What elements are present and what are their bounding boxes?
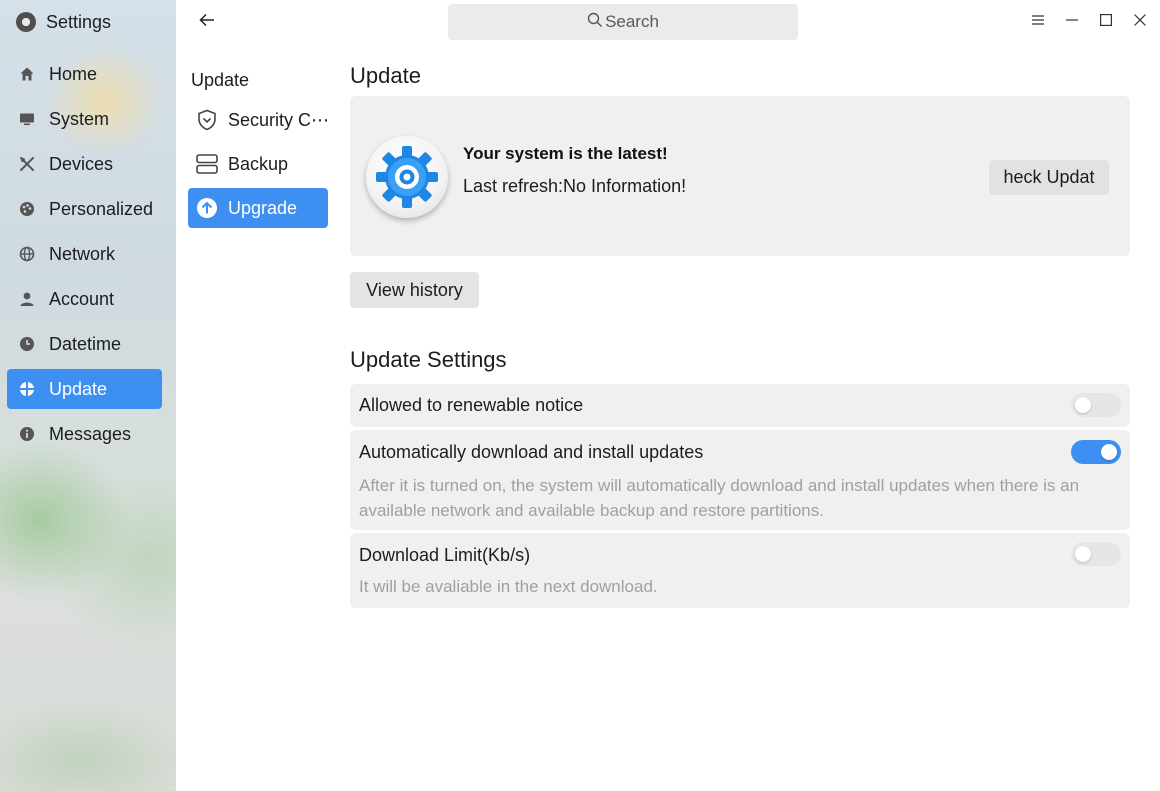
sidebar-item-label: System (49, 108, 110, 129)
toggle-knob (1075, 397, 1091, 413)
setting-description: It will be avaliable in the next downloa… (359, 577, 658, 596)
sidebar: Settings Home System Devices Personalize… (0, 0, 176, 791)
user-icon (19, 291, 35, 307)
auto-download-toggle[interactable] (1071, 440, 1121, 464)
sidebar-item-datetime[interactable]: Datetime (7, 324, 162, 364)
minimize-icon (1066, 13, 1078, 31)
download-limit-toggle[interactable] (1071, 542, 1121, 566)
shield-icon (196, 109, 218, 131)
setting-label: Allowed to renewable notice (359, 395, 584, 415)
monitor-icon (19, 111, 35, 127)
setting-label: Automatically download and install updat… (359, 442, 704, 462)
window-controls (1028, 10, 1150, 34)
sidebar-item-devices[interactable]: Devices (7, 144, 162, 184)
clock-icon (19, 336, 35, 352)
sidebar-nav: Home System Devices Personalized Network (7, 54, 162, 459)
subnav-item-label: Upgrade (228, 197, 298, 218)
devices-icon (19, 156, 35, 172)
setting-download-limit: Download Limit(Kb/s) It will be avaliabl… (350, 533, 1130, 608)
sidebar-item-home[interactable]: Home (7, 54, 162, 94)
sidebar-item-messages[interactable]: Messages (7, 414, 162, 454)
setting-label: Download Limit(Kb/s) (359, 545, 531, 565)
sidebar-item-system[interactable]: System (7, 99, 162, 139)
maximize-button[interactable] (1096, 10, 1116, 34)
subnav-item-backup[interactable]: Backup (188, 144, 328, 184)
hamburger-icon (1032, 13, 1044, 31)
close-icon (1134, 13, 1146, 31)
minimize-button[interactable] (1062, 10, 1082, 34)
page-title: Update (350, 63, 421, 88)
main-content: Update Your system is the latest! Last r… (350, 60, 1130, 608)
sidebar-item-label: Home (49, 63, 98, 84)
sidebar-item-label: Devices (49, 153, 114, 174)
renewable-notice-toggle[interactable] (1071, 393, 1121, 417)
sidebar-item-label: Update (49, 378, 108, 399)
search-placeholder: Search (605, 12, 659, 31)
subnav-item-label: Security C⋯ (228, 109, 328, 130)
sidebar-item-update[interactable]: Update (7, 369, 162, 409)
sidebar-item-label: Personalized (49, 198, 154, 219)
toggle-knob (1101, 444, 1117, 460)
check-update-button[interactable]: heck Updat (989, 160, 1109, 195)
sidebar-item-label: Account (49, 288, 115, 309)
last-refresh-text: Last refresh:No Information! (463, 176, 687, 196)
upgrade-arrow-icon (196, 197, 218, 219)
palette-icon (19, 201, 35, 217)
sidebar-item-account[interactable]: Account (7, 279, 162, 319)
setting-renewable-notice: Allowed to renewable notice (350, 384, 1130, 427)
status-title: Your system is the latest! (463, 144, 668, 163)
back-button[interactable] (194, 10, 220, 34)
close-button[interactable] (1130, 10, 1150, 34)
sidebar-item-network[interactable]: Network (7, 234, 162, 274)
subnav-item-label: Backup (228, 153, 289, 174)
sidebar-item-personalized[interactable]: Personalized (7, 189, 162, 229)
menu-button[interactable] (1028, 10, 1048, 34)
globe-icon (19, 246, 35, 262)
settings-app-icon (16, 12, 36, 32)
update-subnav: Update Security C⋯ Backup Upgrade (188, 66, 328, 228)
search-input[interactable]: Search (448, 4, 798, 40)
subnav-item-upgrade[interactable]: Upgrade (188, 188, 328, 228)
update-settings-title: Update Settings (350, 347, 507, 372)
subnav-heading: Update (191, 70, 250, 90)
subnav-item-security-center[interactable]: Security C⋯ (188, 100, 328, 140)
sidebar-item-label: Network (49, 243, 116, 264)
sidebar-item-label: Datetime (49, 333, 122, 354)
back-arrow-icon (199, 13, 215, 32)
update-icon (19, 381, 35, 397)
app-title-row: Settings (16, 10, 111, 34)
setting-description: After it is turned on, the system will a… (359, 476, 1080, 520)
sidebar-item-label: Messages (49, 423, 132, 444)
search-icon (587, 12, 603, 33)
setting-auto-download: Automatically download and install updat… (350, 430, 1130, 530)
backup-icon (196, 153, 218, 175)
maximize-icon (1100, 13, 1113, 31)
update-gear-icon (366, 136, 448, 218)
info-icon (19, 426, 35, 442)
view-history-button[interactable]: View history (350, 272, 479, 308)
toggle-knob (1075, 546, 1091, 562)
home-icon (19, 66, 35, 82)
update-status-card: Your system is the latest! Last refresh:… (350, 96, 1130, 256)
app-title: Settings (46, 11, 112, 32)
